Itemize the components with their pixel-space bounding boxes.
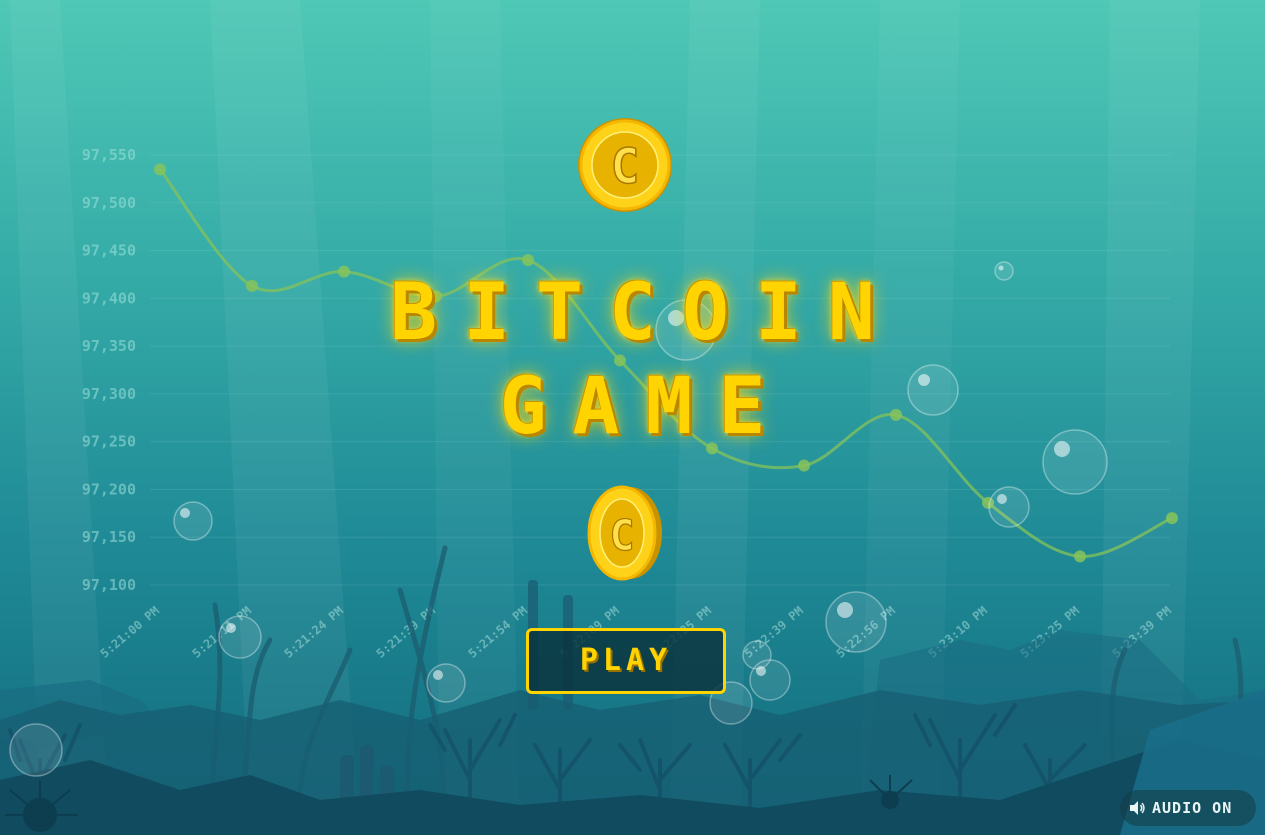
x-tick-label: 5:22:56 PM	[834, 604, 898, 661]
coin-letter: C	[611, 139, 640, 195]
x-tick-label: 5:22:39 PM	[742, 604, 806, 661]
game-scene: 97,550 97,500 97,450 97,400 97,350 97,300 97,2…	[0, 0, 1265, 835]
x-tick-label: 5:21:11 PM	[190, 604, 254, 661]
price-point	[982, 496, 994, 509]
x-tick-label: 5:21:00 PM	[98, 604, 162, 661]
y-tick-label: 97,100	[82, 576, 136, 594]
audio-label: AUDIO ON	[1152, 799, 1233, 817]
x-tick-label: 5:21:39 PM	[374, 604, 438, 661]
y-tick-label: 97,150	[82, 528, 136, 546]
play-button[interactable]: PLAY	[526, 628, 726, 694]
speaker-icon	[1130, 801, 1145, 815]
audio-toggle-button[interactable]: AUDIO ON	[1120, 790, 1256, 826]
price-point	[798, 459, 810, 472]
price-point	[154, 163, 166, 176]
coin-letter: C	[609, 511, 634, 560]
game-title-line-2: GAME	[499, 362, 792, 452]
y-tick-label: 97,550	[82, 146, 136, 164]
x-tick-label: 5:21:24 PM	[282, 604, 346, 661]
coin-icon: C	[587, 485, 662, 581]
x-tick-label: 5:21:54 PM	[466, 604, 530, 661]
y-tick-label: 97,500	[82, 194, 136, 212]
x-tick-label: 5:23:10 PM	[926, 604, 990, 661]
y-tick-label: 97,450	[82, 242, 136, 260]
x-tick-label: 5:23:25 PM	[1018, 604, 1082, 661]
price-point	[1074, 550, 1086, 563]
coin-icon: C	[578, 118, 672, 212]
price-point	[522, 254, 534, 267]
x-tick-label: 5:23:39 PM	[1110, 604, 1174, 661]
game-title-line-1: BITCOIN	[390, 268, 901, 358]
y-tick-label: 97,200	[82, 480, 136, 498]
price-point	[1166, 512, 1178, 525]
